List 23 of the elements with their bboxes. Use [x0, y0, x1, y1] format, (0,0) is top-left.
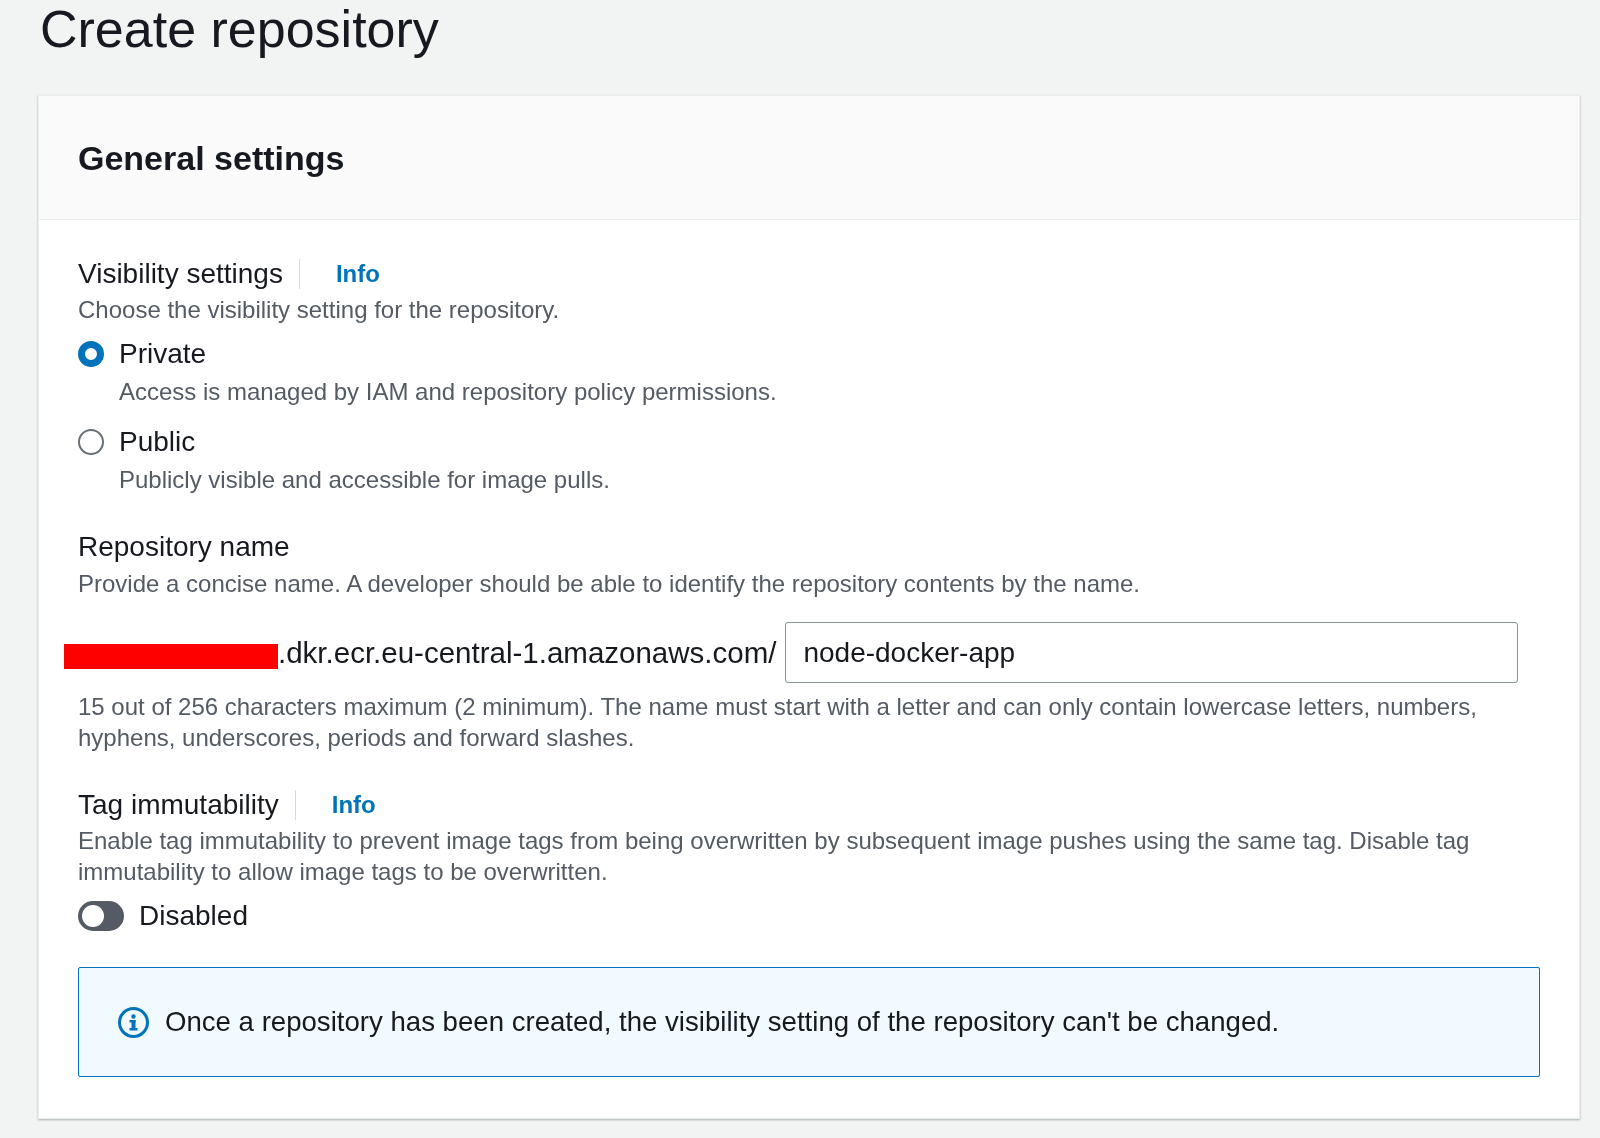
radio-label: Public	[119, 426, 196, 458]
toggle-label: Disabled	[139, 900, 248, 932]
option-description: Publicly visible and accessible for image pulls.	[119, 465, 610, 495]
radio-button[interactable]	[78, 341, 104, 367]
page-title: Create repository	[40, 0, 439, 58]
info-link[interactable]: Info	[335, 258, 380, 290]
radio-button[interactable]	[78, 429, 104, 455]
field-description: Provide a concise name. A developer should be able to identify the repository contents by the name.	[78, 569, 1140, 599]
radio-label: Private	[119, 338, 207, 370]
section-title: General settings	[78, 137, 345, 178]
toggle-switch[interactable]	[78, 901, 124, 931]
info-icon	[118, 1006, 149, 1038]
registry-url-prefix: .dkr.ecr.eu-central-1.amazonaws.com/	[278, 634, 777, 671]
alert-message: Once a repository has been created, the visibility setting of the repository can't be changed.	[165, 1005, 1280, 1039]
option-description: Access is managed by IAM and repository policy permissions.	[119, 377, 777, 407]
repository-name-input[interactable]: node-docker-app	[785, 622, 1518, 683]
field-label: Tag immutability	[78, 788, 279, 822]
constraint-text: 15 out of 256 characters maximum (2 minimum). The name must start with a letter and can only contain lowercase letters, numbers, hyphens, underscores, periods and forward slashes.	[78, 692, 1478, 753]
info-link[interactable]: Info	[331, 789, 376, 821]
field-description: Choose the visibility setting for the repository.	[78, 295, 560, 325]
field-label: Repository name	[78, 530, 290, 564]
field-label: Visibility settings	[78, 257, 283, 291]
field-description: Enable tag immutability to prevent image tags from being overwritten by subsequent image pushes using the same tag. Disable tag immutability to allow image tags to be overwritten.	[78, 826, 1471, 887]
